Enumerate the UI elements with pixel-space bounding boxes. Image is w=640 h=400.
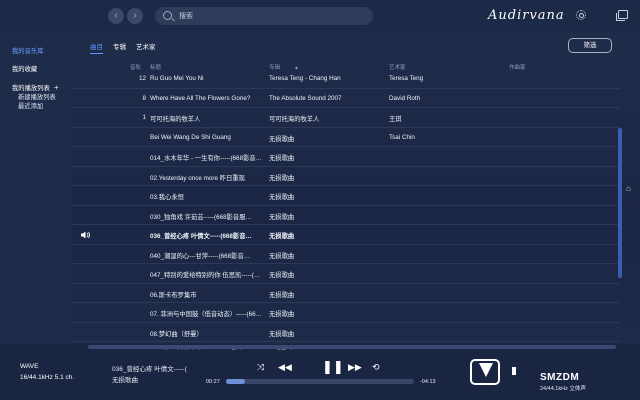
horizontal-scrollbar[interactable] xyxy=(88,345,616,349)
player-bar: WAVE 16/44.1kHz 5.1 ch. 036_曾经心疼 叶倩文----… xyxy=(0,350,640,400)
tab-albums[interactable]: 专辑 xyxy=(113,41,126,51)
progress-bar[interactable] xyxy=(226,379,414,384)
track-album: 无损歌曲 xyxy=(269,194,295,201)
track-album: Teresa Teng - Chang Han xyxy=(269,75,341,82)
track-artist: Tsai Chin xyxy=(389,133,415,141)
table-row[interactable]: 03.我心永恒 无损歌曲 xyxy=(72,186,620,206)
output-format-label: 24/44.1kHz 立体声 xyxy=(540,386,586,392)
table-row[interactable]: Bei Wei Wang De Shi Guang 无损歌曲 Tsai Chin xyxy=(72,128,620,147)
track-album: 无损歌曲 xyxy=(269,213,295,221)
back-button[interactable]: ‹ xyxy=(108,8,124,24)
search-icon xyxy=(163,11,172,20)
track-album: 无损歌曲 xyxy=(269,233,295,240)
remaining-time: -04:13 xyxy=(420,379,436,385)
audirvana-logo-icon xyxy=(470,359,500,385)
now-playing-album: 无损歌曲 xyxy=(112,377,138,384)
track-album: 无损歌曲 xyxy=(269,291,295,299)
sidebar-item-favorites[interactable]: 我的收藏 xyxy=(12,64,37,73)
volume-icon[interactable] xyxy=(512,367,520,375)
progress-fill xyxy=(226,379,245,384)
track-number: 12 xyxy=(138,75,146,82)
track-title: 03.我心永恒 xyxy=(150,194,184,201)
table-row[interactable]: 1 可可托海的牧羊人 可可托海的牧羊人 王琪 xyxy=(72,108,620,128)
forward-button[interactable]: › xyxy=(127,8,143,24)
track-title: 047_特别的爱给特别的你 伍思凯-----(… xyxy=(150,272,261,279)
table-row[interactable]: 8 Where Have All The Flowers Gone? The Abs… xyxy=(72,89,620,108)
tab-artists[interactable]: 艺术家 xyxy=(136,41,156,51)
elapsed-time: 00:27 xyxy=(206,379,220,385)
track-title: 030_独角戏 许茹芸-----(668影音服… xyxy=(150,213,252,221)
next-icon[interactable]: ▶▶ xyxy=(348,362,362,373)
track-album: 无损歌曲 xyxy=(269,330,295,338)
previous-icon[interactable]: ◀◀ xyxy=(278,362,292,373)
now-playing-title: 036_曾经心疼 叶倩文-----( xyxy=(112,366,187,373)
track-title: 可可托海的牧羊人 xyxy=(150,116,201,123)
track-number: 8 xyxy=(142,94,146,102)
shuffle-icon[interactable]: ⤨ xyxy=(257,362,264,373)
sidebar-item-recent[interactable]: 最近添加 xyxy=(18,101,43,110)
pause-icon[interactable]: ❚❚ xyxy=(322,359,344,375)
sidebar: 我的音乐库 我的收藏 我的播放列表 + 新建播放列表 最近添加 xyxy=(0,32,72,344)
track-album: 无损歌曲 xyxy=(269,311,295,318)
add-playlist-icon[interactable]: + xyxy=(54,83,59,92)
track-title: 036_曾经心疼 叶倩文-----(668影音… xyxy=(150,233,252,240)
track-album: The Absolute Sound 2007 xyxy=(269,94,342,102)
search-bar[interactable] xyxy=(155,7,373,25)
track-album: 无损歌曲 xyxy=(269,272,295,279)
track-artist: David Roth xyxy=(389,94,421,102)
track-title: 040_潮湿的心---甘萍-----(668影音… xyxy=(150,252,251,260)
sidebar-item-library[interactable]: 我的音乐库 xyxy=(12,46,43,55)
repeat-icon[interactable]: ⟲ xyxy=(372,362,380,373)
track-title: 02.Yesterday once more 昨日重现 xyxy=(150,174,245,182)
track-artist: 王琪 xyxy=(389,116,402,123)
top-bar: ‹ › Audirvana xyxy=(0,0,640,32)
track-title: Bei Wei Wang De Shi Guang xyxy=(150,133,231,141)
track-album: 可可托海的牧羊人 xyxy=(269,116,320,123)
track-title: Where Have All The Flowers Gone? xyxy=(150,94,251,102)
table-row[interactable]: 047_特别的爱给特别的你 伍思凯-----(… 无损歌曲 xyxy=(72,264,620,284)
table-row[interactable]: 08.梦幻曲（舒曼） 无损歌曲 xyxy=(72,323,620,342)
search-input[interactable] xyxy=(179,9,359,23)
tab-tracks[interactable]: 曲目 xyxy=(90,41,103,54)
table-row[interactable]: 12 Ru Guo Mei You Ni Teresa Teng - Chang H… xyxy=(72,69,620,89)
table-row[interactable]: 07. 菲洲与中国鼓（低音动态）-----(66… 无损歌曲 xyxy=(72,303,620,323)
track-title: 08.梦幻曲（舒曼） xyxy=(150,330,203,338)
table-row[interactable]: 030_独角戏 许茹芸-----(668影音服… 无损歌曲 xyxy=(72,206,620,225)
track-title: 014_水木年华 - 一生有你-----(668影音… xyxy=(150,155,262,162)
watermark: SMZDM xyxy=(540,372,580,383)
mini-player-icon[interactable] xyxy=(616,10,628,21)
track-title: Ru Guo Mei You Ni xyxy=(150,75,204,82)
track-artist: Teresa Teng xyxy=(389,75,424,82)
table-row[interactable]: 02.Yesterday once more 昨日重现 无损歌曲 xyxy=(72,167,620,186)
track-album: 无损歌曲 xyxy=(269,135,295,143)
table-row[interactable]: 036_曾经心疼 叶倩文-----(668影音… 无损歌曲 xyxy=(72,225,620,245)
tag-icon[interactable]: ⌂ xyxy=(626,184,635,193)
vertical-scrollbar[interactable] xyxy=(618,128,622,278)
track-title: 07. 菲洲与中国鼓（低音动态）-----(66… xyxy=(150,311,262,318)
app-brand-logo: Audirvana xyxy=(488,8,565,23)
format-label: WAVE xyxy=(20,363,39,370)
track-album: 无损歌曲 xyxy=(269,174,295,182)
track-album: 无损歌曲 xyxy=(269,252,295,260)
speaker-icon xyxy=(81,231,90,239)
track-number: 1 xyxy=(142,114,146,121)
sidebar-item-new-playlist[interactable]: 新建播放列表 xyxy=(18,92,56,101)
track-title: 06.斯卡布罗集市 xyxy=(150,291,197,299)
sidebar-item-playlists[interactable]: 我的播放列表 xyxy=(12,83,50,92)
table-row[interactable]: 014_水木年华 - 一生有你-----(668影音… 无损歌曲 xyxy=(72,147,620,167)
filter-button[interactable]: 筛选 xyxy=(568,38,612,53)
table-row[interactable]: 040_潮湿的心---甘萍-----(668影音… 无损歌曲 xyxy=(72,245,620,264)
track-album: 无损歌曲 xyxy=(269,155,295,162)
table-row[interactable]: 06.斯卡布罗集市 无损歌曲 xyxy=(72,284,620,303)
sample-rate-label: 16/44.1kHz 5.1 ch. xyxy=(20,374,75,381)
gear-icon[interactable] xyxy=(576,10,586,20)
